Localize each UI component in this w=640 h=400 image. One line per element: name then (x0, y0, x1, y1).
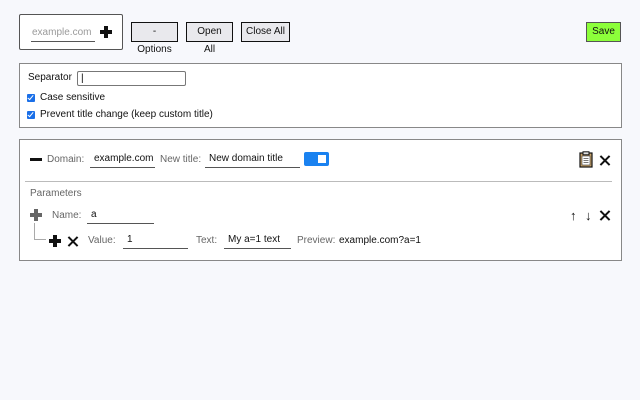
options-toggle-button[interactable]: -Options (131, 22, 178, 55)
delete-parameter-close-icon[interactable] (600, 210, 611, 221)
value-input[interactable] (123, 231, 188, 249)
delete-domain-close-icon[interactable] (600, 155, 611, 166)
case-sensitive-row[interactable]: Case sensitive (27, 92, 105, 103)
divider (25, 181, 612, 182)
new-title-input[interactable] (205, 150, 300, 168)
prevent-title-change-checkbox[interactable] (27, 110, 35, 119)
param-name-label: Name: (52, 210, 82, 221)
add-value-plus-icon[interactable] (49, 235, 61, 247)
text-label: Text: (196, 235, 218, 246)
prevent-title-change-row[interactable]: Prevent title change (keep custom title) (27, 109, 213, 120)
toggle-knob (318, 155, 326, 163)
save-button[interactable]: Save (586, 22, 621, 42)
text-input[interactable] (224, 231, 291, 249)
add-parameter-plus-icon[interactable] (30, 209, 42, 221)
domain-label: Domain: (47, 154, 85, 165)
add-domain-box (19, 14, 123, 50)
separator-input[interactable] (77, 71, 186, 86)
prevent-title-change-label: Prevent title change (keep custom title) (40, 109, 213, 120)
param-name-input[interactable] (87, 206, 154, 224)
new-domain-input[interactable] (31, 24, 95, 42)
preview-label: Preview: (297, 235, 336, 246)
delete-value-close-icon[interactable] (68, 236, 79, 247)
preview-value: example.com?a=1 (339, 235, 421, 246)
tree-line-vertical (34, 223, 35, 239)
tree-line-horizontal (34, 239, 46, 240)
close-all-button[interactable]: Close All (241, 22, 290, 42)
case-sensitive-label: Case sensitive (40, 92, 106, 103)
add-domain-plus-icon[interactable] (100, 26, 112, 38)
domain-input[interactable] (90, 150, 155, 168)
move-up-arrow-icon[interactable]: ↑ (570, 209, 577, 222)
separator-label: Separator (28, 72, 72, 83)
domain-card: Domain: New title: Parameters Name: ↑ ↓ … (19, 139, 622, 261)
value-label: Value: (88, 235, 116, 246)
enabled-toggle[interactable] (304, 152, 329, 166)
parameters-label: Parameters (30, 188, 82, 199)
case-sensitive-checkbox[interactable] (27, 93, 35, 102)
options-panel: Separator Case sensitive Prevent title c… (19, 63, 622, 128)
top-bar: -Options Open All Close All Save (0, 0, 640, 56)
new-title-label: New title: (160, 154, 202, 165)
clipboard-icon[interactable] (579, 151, 593, 168)
move-down-arrow-icon[interactable]: ↓ (585, 209, 592, 222)
open-all-button[interactable]: Open All (186, 22, 233, 55)
collapse-minus-icon[interactable] (30, 158, 42, 161)
